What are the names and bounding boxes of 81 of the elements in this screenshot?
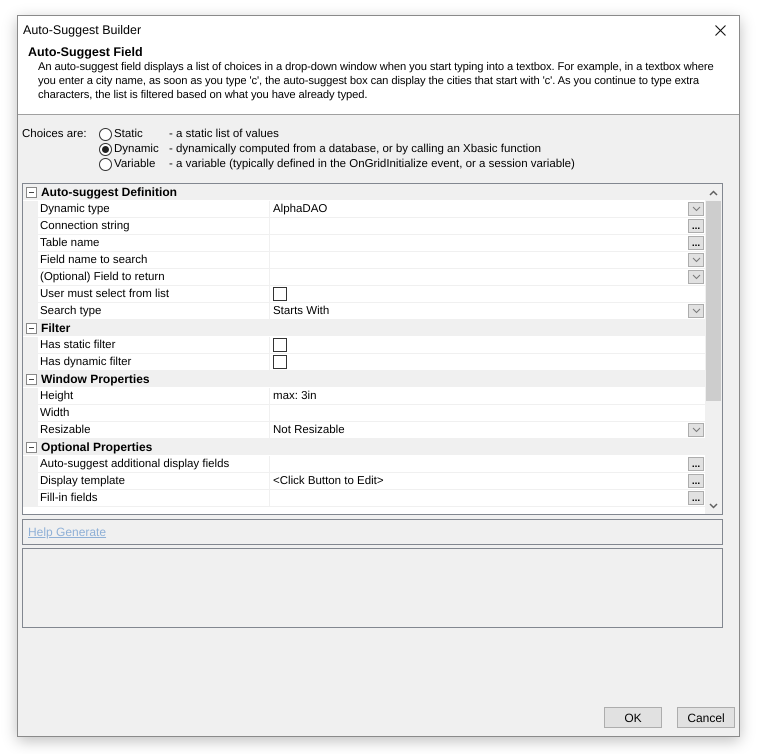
value-cell[interactable]: AlphaDAO xyxy=(270,201,705,217)
header-title: Auto-Suggest Field xyxy=(28,45,144,59)
scrollbar[interactable] xyxy=(705,184,722,514)
scroll-up-icon[interactable] xyxy=(709,190,718,196)
collapse-icon[interactable] xyxy=(26,186,37,198)
ellipsis-button[interactable]: ... xyxy=(688,474,704,488)
dropdown-button[interactable] xyxy=(688,270,704,284)
value-cell[interactable]: ... xyxy=(270,218,705,234)
scroll-down-icon[interactable] xyxy=(709,502,718,508)
property-name: Dynamic type xyxy=(38,201,270,217)
property-name: Fill-in fields xyxy=(38,490,270,506)
chevron-down-icon xyxy=(692,308,700,314)
property-name: Search type xyxy=(38,303,270,319)
chevron-down-icon xyxy=(692,257,700,263)
value-cell[interactable] xyxy=(270,252,705,268)
property-value[interactable]: Starts With xyxy=(273,305,330,317)
collapse-icon[interactable] xyxy=(26,374,37,384)
property-name: Width xyxy=(38,405,270,421)
text-area[interactable] xyxy=(22,548,723,628)
window-title: Auto-Suggest Builder xyxy=(23,23,142,37)
section-header: Optional Properties xyxy=(23,439,705,456)
property-name: Height xyxy=(38,388,270,404)
collapse-icon[interactable] xyxy=(26,322,37,334)
section-header: Window Properties xyxy=(23,371,705,388)
option-description: - dynamically computed from a database, or by calling an Xbasic function xyxy=(169,142,542,156)
ellipsis-button[interactable]: ... xyxy=(688,236,704,250)
value-cell[interactable] xyxy=(270,269,705,285)
radio-button[interactable] xyxy=(99,158,112,170)
dropdown-button[interactable] xyxy=(688,423,704,437)
property-name: Has dynamic filter xyxy=(38,354,270,370)
option-description: - a static list of values xyxy=(169,127,280,141)
value-cell[interactable]: ... xyxy=(270,490,705,506)
choices-label: Choices are: xyxy=(22,127,88,141)
property-name: Field name to search xyxy=(38,252,270,268)
value-cell[interactable] xyxy=(270,337,705,353)
checkbox[interactable] xyxy=(273,287,287,301)
dropdown-button[interactable] xyxy=(688,253,704,267)
section-header: Auto-suggest Definition xyxy=(23,184,705,201)
property-name: Has static filter xyxy=(38,337,270,353)
scrollbar-thumb[interactable] xyxy=(706,201,721,401)
ellipsis-button[interactable]: ... xyxy=(688,219,704,233)
value-cell[interactable]: ... xyxy=(270,456,705,472)
section-header: Filter xyxy=(23,320,705,337)
radio-button[interactable] xyxy=(99,142,112,156)
ellipsis-button[interactable]: ... xyxy=(688,491,704,505)
property-name: User must select from list xyxy=(38,286,270,302)
header-description: An auto-suggest field displays a list of choices in a drop-down window when you start typing into a textbox. For example, in a textbox where you enter a city name, as soon as you type 'c', the auto-suggest box can display the cities that start with 'c'. As you continue to type extra characters, the list is filtered based on what you have already typed. xyxy=(37,60,715,102)
property-name: (Optional) Field to return xyxy=(38,269,270,285)
value-cell[interactable]: Starts With xyxy=(270,303,705,319)
option-description: - a variable (typically defined in the OnGridInitialize event, or a session variable) xyxy=(169,157,576,171)
value-cell[interactable]: max: 3in xyxy=(270,388,705,404)
dropdown-button[interactable] xyxy=(688,202,704,216)
property-name: Auto-suggest additional display fields xyxy=(38,456,270,472)
property-value[interactable]: AlphaDAO xyxy=(273,203,328,215)
property-value[interactable]: <Click Button to Edit> xyxy=(273,475,384,487)
ok-button[interactable]: OK xyxy=(604,707,662,728)
radio-option[interactable]: Static xyxy=(99,127,169,141)
chevron-down-icon xyxy=(692,274,700,280)
close-icon xyxy=(714,24,726,36)
ellipsis-button[interactable]: ... xyxy=(688,457,704,471)
property-value[interactable]: max: 3in xyxy=(273,390,316,402)
cancel-button[interactable]: Cancel xyxy=(677,707,735,728)
value-cell[interactable] xyxy=(270,354,705,370)
dropdown-button[interactable] xyxy=(688,304,704,318)
radio-option[interactable]: Dynamic xyxy=(99,142,169,156)
value-cell[interactable]: <Click Button to Edit> ... xyxy=(270,473,705,489)
radio-option[interactable]: Variable xyxy=(99,157,169,171)
property-name: Resizable xyxy=(38,422,270,438)
value-cell[interactable] xyxy=(270,286,705,302)
collapse-icon[interactable] xyxy=(26,442,37,452)
checkbox[interactable] xyxy=(273,338,287,352)
value-cell[interactable]: Not Resizable xyxy=(270,422,705,438)
property-name: Connection string xyxy=(38,218,270,234)
chevron-down-icon xyxy=(692,427,700,433)
chevron-down-icon xyxy=(692,206,700,212)
property-value[interactable]: Not Resizable xyxy=(273,424,345,436)
property-name: Display template xyxy=(38,473,270,489)
radio-button[interactable] xyxy=(99,128,112,140)
property-name: Table name xyxy=(38,235,270,251)
checkbox[interactable] xyxy=(273,355,287,369)
value-cell[interactable]: ... xyxy=(270,235,705,251)
